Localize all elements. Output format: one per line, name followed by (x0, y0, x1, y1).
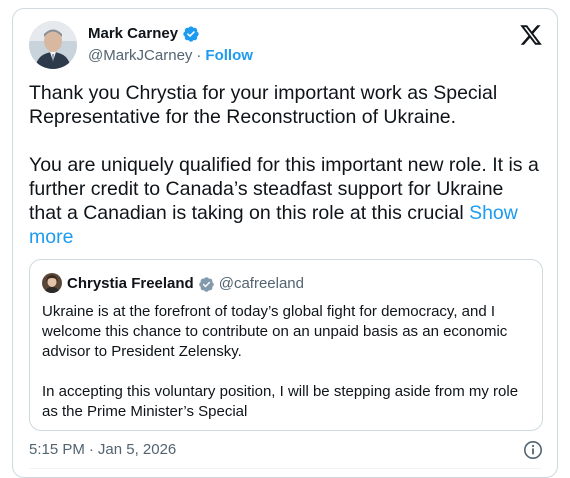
tweet-text: Thank you Chrystia for your important wo… (29, 81, 541, 249)
author-name-row: Mark Carney (88, 24, 200, 44)
tweet-card[interactable]: Mark Carney @MarkJCarney · Follow Thank … (12, 8, 558, 478)
quoted-author-handle: @cafreeland (218, 275, 304, 292)
follow-button[interactable]: Follow (205, 46, 253, 66)
tweet-timestamp: 5:15 PM · Jan 5, 2026 (29, 440, 176, 460)
x-logo-icon[interactable] (519, 23, 543, 47)
author-avatar[interactable] (29, 21, 77, 69)
author-name[interactable]: Mark Carney (88, 24, 178, 44)
tweet-paragraph-2: You are uniquely qualified for this impo… (29, 153, 541, 249)
handle-separator: · (196, 47, 202, 64)
quoted-paragraph-1: Ukraine is at the forefront of today’s g… (42, 303, 508, 360)
timestamp-separator: · (88, 441, 94, 458)
quoted-header: Chrystia Freeland @cafreeland (67, 274, 304, 294)
quoted-author-avatar (42, 273, 62, 293)
tweet-time[interactable]: 5:15 PM (29, 440, 85, 460)
quoted-author-name: Chrystia Freeland (67, 275, 194, 292)
author-handle-row: @MarkJCarney · Follow (88, 46, 253, 66)
author-handle[interactable]: @MarkJCarney (88, 46, 192, 66)
tweet-paragraph-2-text: You are uniquely qualified for this impo… (29, 154, 539, 224)
quoted-text: Ukraine is at the forefront of today’s g… (42, 302, 528, 422)
quoted-verified-badge-icon (198, 276, 215, 293)
info-icon[interactable] (523, 440, 543, 460)
tweet-paragraph-1: Thank you Chrystia for your important wo… (29, 82, 498, 128)
tweet-date[interactable]: Jan 5, 2026 (98, 440, 176, 460)
quoted-paragraph-2: In accepting this voluntary position, I … (42, 383, 519, 420)
verified-badge-icon (182, 25, 200, 43)
quoted-tweet[interactable]: Chrystia Freeland @cafreeland Ukraine is… (29, 259, 543, 431)
